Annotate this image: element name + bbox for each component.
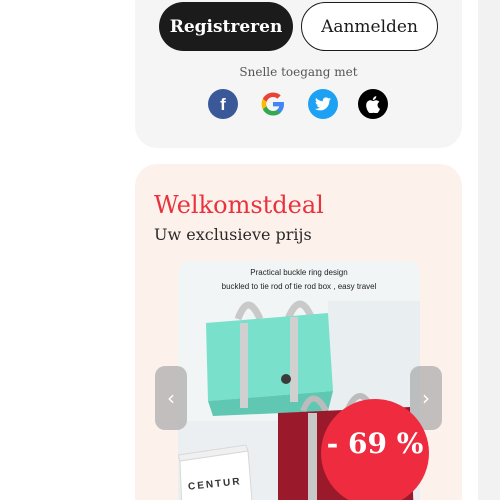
apple-login-button[interactable] [358,89,388,119]
chevron-left-icon: ‹ [167,386,175,410]
twitter-icon [315,97,331,111]
carousel-prev-button[interactable]: ‹ [155,366,187,430]
discount-badge: - 69 % [321,399,429,500]
google-icon [261,92,284,116]
quick-access-label: Snelle toegang met [239,65,358,79]
twitter-login-button[interactable] [308,89,338,119]
deal-subtitle: Uw exclusieve prijs [154,225,312,244]
facebook-login-button[interactable]: f [208,89,238,119]
google-login-button[interactable] [258,89,288,119]
deal-title: Welkomstdeal [154,191,324,219]
apple-icon [366,95,380,113]
login-card: Registreren Aanmelden Snelle toegang met… [135,0,462,148]
page: Registreren Aanmelden Snelle toegang met… [0,0,500,500]
chevron-right-icon: › [422,386,430,410]
right-gutter [478,0,500,500]
register-button[interactable]: Registreren [159,2,293,51]
facebook-icon: f [220,94,226,114]
product-caption-line2: buckled to tie rod of tie rod box , easy… [221,282,377,291]
product-caption-line1: Practical buckle ring design [250,268,348,277]
login-button[interactable]: Aanmelden [301,2,438,51]
welcome-deal-card: Welkomstdeal Uw exclusieve prijs Practic… [135,164,462,500]
social-login-row: f [208,89,389,119]
